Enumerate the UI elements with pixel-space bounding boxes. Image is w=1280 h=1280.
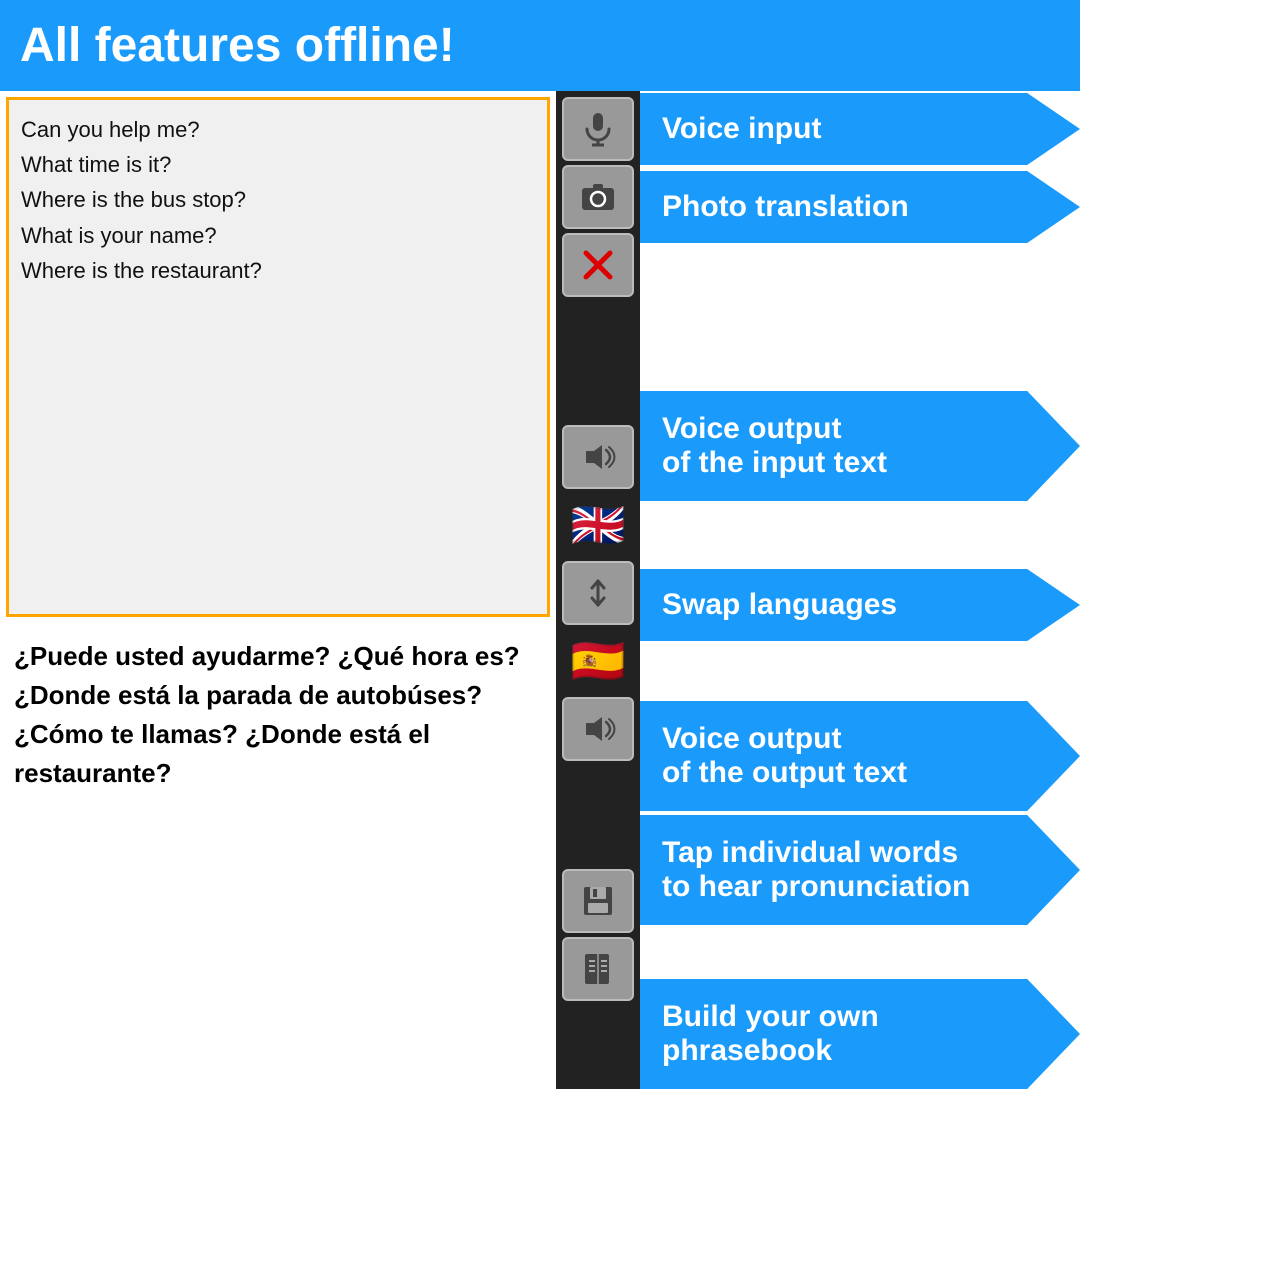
language-source-flag[interactable]: 🇬🇧: [562, 493, 634, 557]
callout-voice-input: Voice input: [640, 93, 1080, 165]
camera-button[interactable]: [562, 165, 634, 229]
output-text: ¿Puede usted ayudarme? ¿Qué hora es? ¿Do…: [14, 637, 542, 793]
callout-voice-output-input-label: Voice outputof the input text: [662, 412, 887, 480]
callout-swap-languages-label: Swap languages: [662, 588, 897, 622]
callout-build-phrasebook: Build your ownphrasebook: [640, 979, 1080, 1089]
left-panel: Can you help me?What time is it?Where is…: [0, 91, 556, 1089]
header: All features offline!: [0, 0, 1080, 91]
mic-button[interactable]: [562, 97, 634, 161]
callout-photo-translation-label: Photo translation: [662, 190, 909, 224]
main-layout: Can you help me?What time is it?Where is…: [0, 91, 1080, 1089]
speaker-output-button[interactable]: [562, 697, 634, 761]
callout-swap-languages: Swap languages: [640, 569, 1080, 641]
output-area: ¿Puede usted ayudarme? ¿Qué hora es? ¿Do…: [0, 623, 556, 1089]
toolbar: 🇬🇧 🇪🇸: [556, 91, 640, 1089]
callout-photo-translation: Photo translation: [640, 171, 1080, 243]
clear-button[interactable]: [562, 233, 634, 297]
callout-voice-input-label: Voice input: [662, 112, 821, 146]
callout-voice-output-output-label: Voice outputof the output text: [662, 722, 907, 790]
save-button[interactable]: [562, 869, 634, 933]
right-panel: Voice input Photo translation Voice outp…: [640, 91, 1080, 1089]
callout-build-phrasebook-label: Build your ownphrasebook: [662, 1000, 879, 1068]
input-area[interactable]: Can you help me?What time is it?Where is…: [6, 97, 550, 617]
input-text: Can you help me?What time is it?Where is…: [21, 112, 535, 288]
callout-tap-words: Tap individual wordsto hear pronunciatio…: [640, 815, 1080, 925]
speaker-input-button[interactable]: [562, 425, 634, 489]
language-target-flag[interactable]: 🇪🇸: [562, 629, 634, 693]
callout-voice-output-output: Voice outputof the output text: [640, 701, 1080, 811]
callout-voice-output-input: Voice outputof the input text: [640, 391, 1080, 501]
callout-tap-words-label: Tap individual wordsto hear pronunciatio…: [662, 836, 970, 904]
header-title: All features offline!: [20, 18, 455, 73]
swap-languages-button[interactable]: [562, 561, 634, 625]
phrasebook-button[interactable]: [562, 937, 634, 1001]
